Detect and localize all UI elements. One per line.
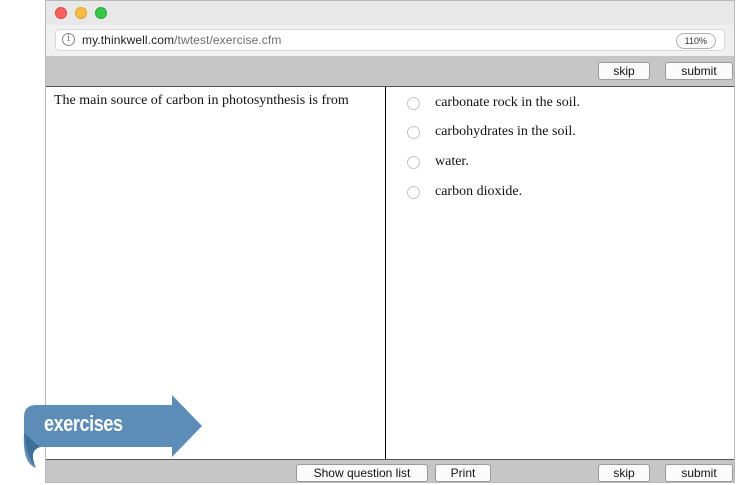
title-bar (46, 1, 734, 26)
zoom-window-button[interactable] (95, 7, 107, 19)
answer-label[interactable]: carbonate rock in the soil. (435, 95, 580, 111)
show-question-list-button[interactable]: Show question list (296, 464, 428, 482)
print-button[interactable]: Print (435, 464, 491, 482)
radio-button[interactable] (407, 186, 420, 199)
url-path: /twtest/exercise.cfm (174, 33, 282, 47)
answer-label[interactable]: carbohydrates in the soil. (435, 124, 576, 140)
info-icon[interactable]: i (62, 33, 75, 46)
radio-button[interactable] (407, 97, 420, 110)
answer-panel: carbonate rock in the soil. carbohydrate… (387, 87, 734, 459)
close-window-button[interactable] (55, 7, 67, 19)
exercises-banner: exercises (22, 393, 202, 468)
answer-label[interactable]: water. (435, 154, 469, 170)
exercises-label: exercises (44, 411, 123, 436)
skip-button[interactable]: skip (598, 464, 650, 482)
address-bar: i my.thinkwell.com/twtest/exercise.cfm 1… (46, 25, 734, 57)
question-text: The main source of carbon in photosynthe… (54, 93, 349, 108)
top-toolbar: skip submit (46, 56, 734, 87)
submit-button[interactable]: submit (665, 464, 733, 482)
url-text[interactable]: my.thinkwell.com/twtest/exercise.cfm (82, 33, 281, 47)
minimize-window-button[interactable] (75, 7, 87, 19)
skip-button[interactable]: skip (598, 62, 650, 80)
url-field[interactable]: i my.thinkwell.com/twtest/exercise.cfm 1… (55, 29, 725, 51)
radio-button[interactable] (407, 156, 420, 169)
submit-button[interactable]: submit (665, 62, 733, 80)
url-host: my.thinkwell.com (82, 33, 175, 47)
radio-button[interactable] (407, 126, 420, 139)
zoom-level-badge[interactable]: 110% (675, 33, 716, 49)
answer-label[interactable]: carbon dioxide. (435, 184, 522, 200)
